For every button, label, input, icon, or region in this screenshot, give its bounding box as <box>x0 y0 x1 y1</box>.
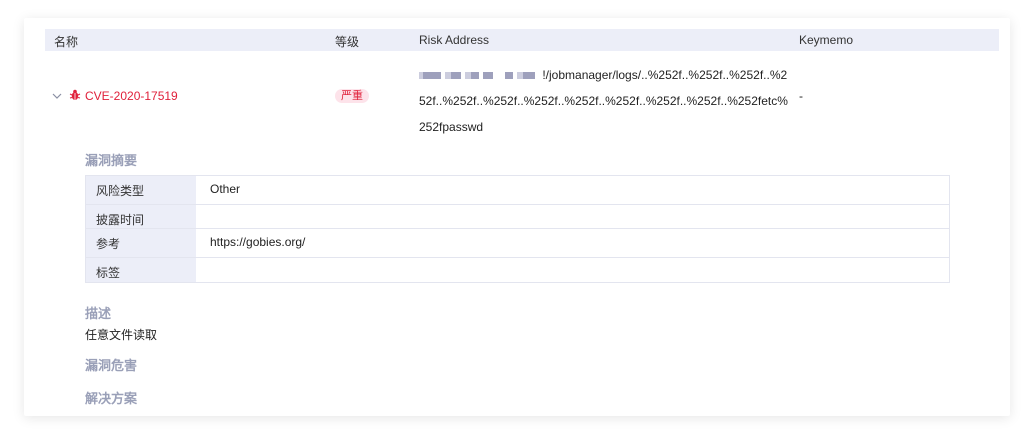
keymemo-value: - <box>799 89 803 103</box>
description-title: 描述 <box>85 306 112 321</box>
severity-badge: 严重 <box>335 89 369 103</box>
header-risk-address: Risk Address <box>419 33 490 47</box>
reference-link[interactable]: https://gobies.org/ <box>210 235 305 249</box>
redacted-host <box>419 68 542 82</box>
header-keymemo: Keymemo <box>799 33 854 47</box>
detail-table: 风险类型 Other 披露时间 参考 https://gobies.org/ 标… <box>85 175 950 283</box>
bug-icon <box>69 89 81 100</box>
detail-label: 披露时间 <box>96 213 145 227</box>
risk-address: !/jobmanager/logs/..%252f..%252f..%252f.… <box>419 62 789 140</box>
harm-title: 漏洞危害 <box>85 358 138 373</box>
detail-value: Other <box>210 182 241 196</box>
description-text: 任意文件读取 <box>85 328 158 342</box>
header-level: 等级 <box>335 35 360 49</box>
table-header: 名称 等级 Risk Address Keymemo <box>45 29 999 51</box>
solution-title: 解决方案 <box>85 391 138 406</box>
table-row[interactable]: CVE-2020-17519 严重 !/jobmanager/logs/..%2… <box>45 56 999 134</box>
detail-row-risk-type: 风险类型 Other <box>86 176 949 204</box>
chevron-down-icon[interactable] <box>52 91 62 101</box>
detail-row-disclosure-time: 披露时间 <box>86 204 949 229</box>
vulnerability-card: 名称 等级 Risk Address Keymemo CVE-2020-1751… <box>24 18 1010 416</box>
detail-label: 风险类型 <box>96 184 145 198</box>
detail-label: 参考 <box>96 237 121 251</box>
detail-row-reference: 参考 https://gobies.org/ <box>86 228 949 258</box>
summary-title: 漏洞摘要 <box>85 153 138 168</box>
detail-label: 标签 <box>96 266 121 280</box>
cve-id-link[interactable]: CVE-2020-17519 <box>85 89 178 103</box>
detail-row-tags: 标签 <box>86 257 949 282</box>
header-name: 名称 <box>54 35 79 49</box>
